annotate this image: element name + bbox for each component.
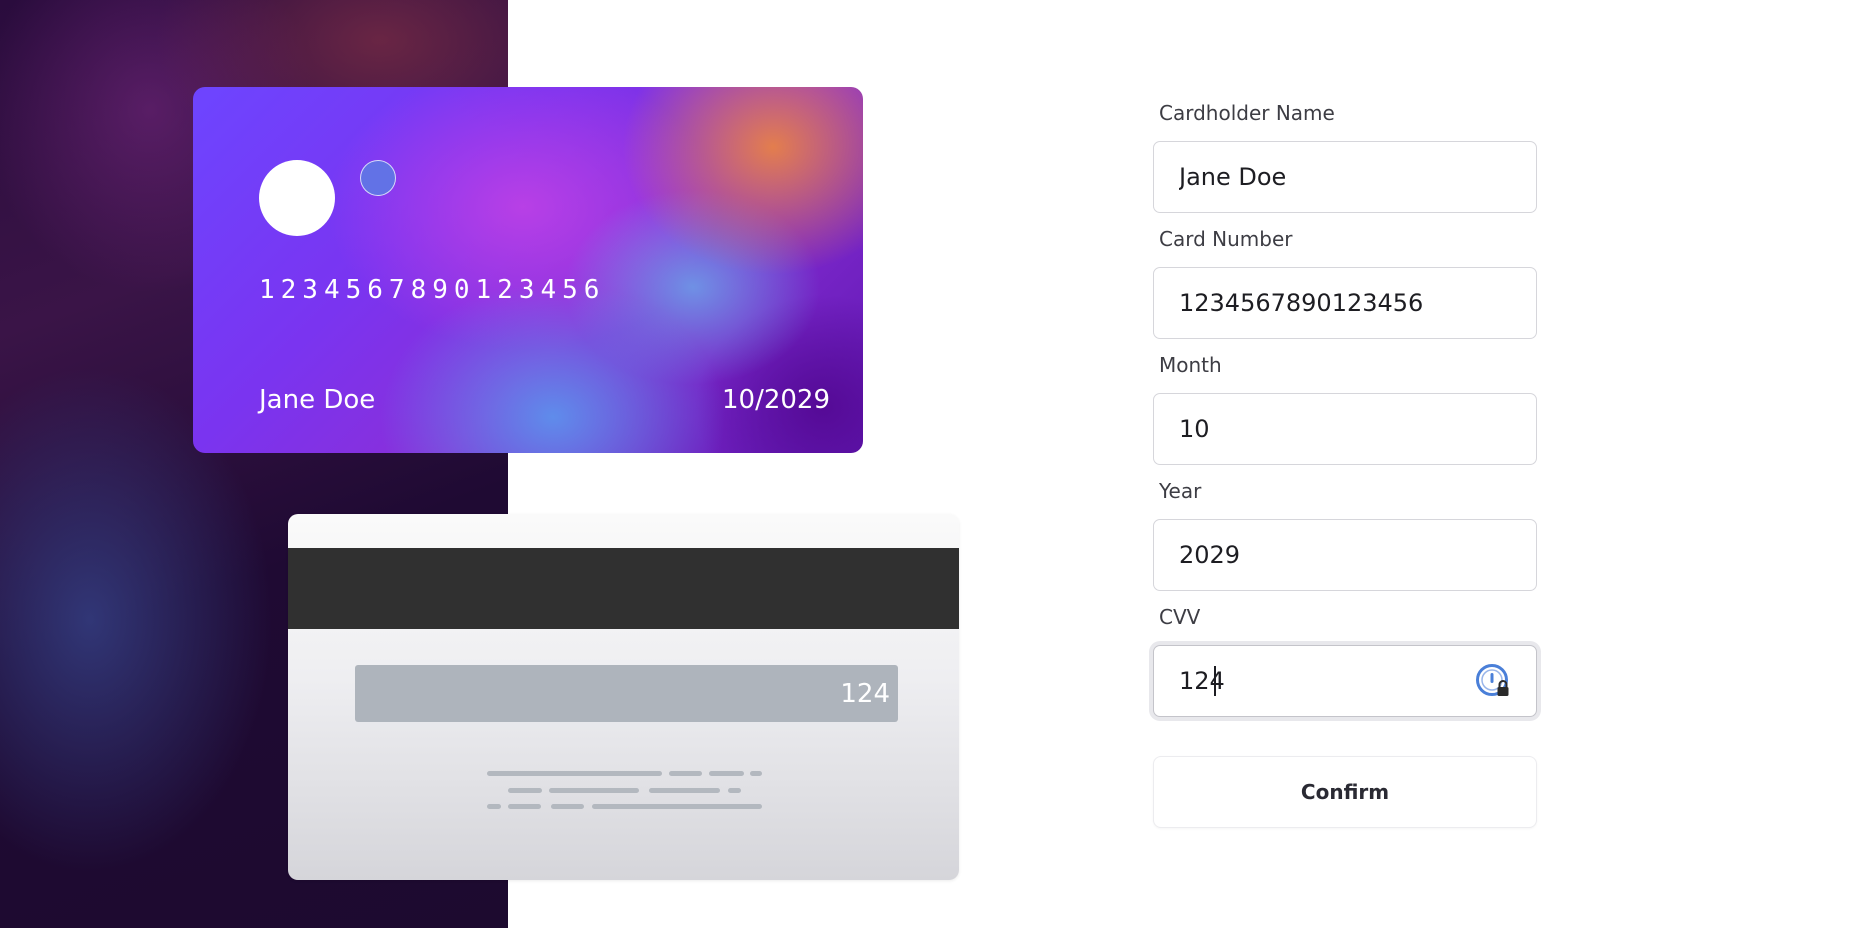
fine-print-line — [709, 771, 744, 776]
card-number-display: 1234567890123456 — [259, 275, 606, 305]
month-input[interactable] — [1153, 393, 1537, 465]
confirm-button[interactable]: Confirm — [1153, 756, 1537, 828]
fine-print-line — [592, 804, 762, 809]
fine-print-line — [728, 788, 741, 793]
fine-print-line — [669, 771, 702, 776]
fine-print-line — [487, 804, 501, 809]
card-number-input[interactable] — [1153, 267, 1537, 339]
password-manager-lock-icon[interactable] — [1474, 661, 1514, 701]
month-label: Month — [1159, 353, 1222, 377]
fine-print-line — [750, 771, 762, 776]
cardholder-name-display: Jane Doe — [259, 385, 376, 415]
card-number-label: Card Number — [1159, 227, 1293, 251]
card-logo-small-circle — [360, 160, 396, 196]
fine-print-line — [551, 804, 584, 809]
cardholder-name-label: Cardholder Name — [1159, 101, 1335, 125]
card-expiry-display: 10/2029 — [721, 385, 830, 415]
fine-print-line — [549, 788, 639, 793]
year-input[interactable] — [1153, 519, 1537, 591]
fine-print-line — [508, 804, 541, 809]
fine-print-line — [508, 788, 542, 793]
card-logo-large-circle — [259, 160, 335, 236]
cvv-display: 124 — [840, 679, 890, 709]
card-back-preview: 124 — [288, 514, 959, 880]
cardholder-name-input[interactable] — [1153, 141, 1537, 213]
cvv-label: CVV — [1159, 605, 1201, 629]
text-caret — [1214, 666, 1216, 696]
year-label: Year — [1159, 479, 1202, 503]
fine-print-line — [649, 788, 720, 793]
fine-print-line — [487, 771, 662, 776]
magnetic-stripe — [288, 548, 959, 629]
signature-strip: 124 — [355, 665, 898, 722]
card-front-preview: 1234567890123456 Jane Doe 10/2029 — [193, 87, 863, 453]
